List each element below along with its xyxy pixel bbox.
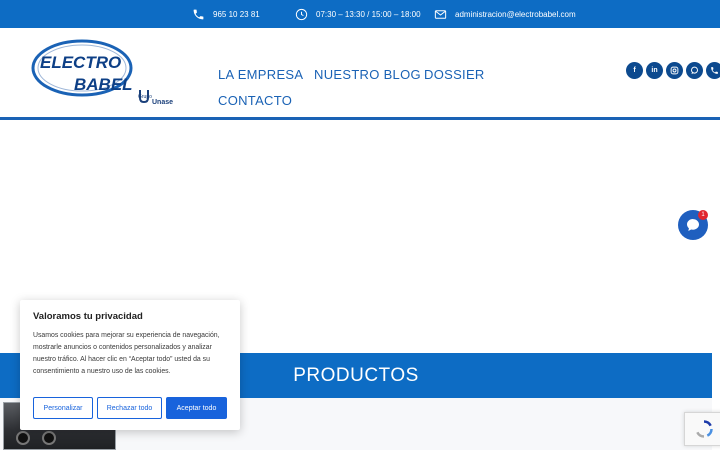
logo-text-electro: ELECTRO (40, 53, 121, 72)
nav-la-empresa[interactable]: LA EMPRESA (218, 67, 303, 82)
cookie-buttons: Personalizar Rechazar todo Aceptar todo (33, 397, 227, 419)
email-contact[interactable]: administracion@electrobabel.com (434, 0, 576, 28)
top-contact-bar: 965 10 23 81 07:30 – 13:30 / 15:00 – 18:… (0, 0, 720, 28)
phone-number: 965 10 23 81 (213, 9, 260, 19)
cookie-description: Usamos cookies para mejorar su experienc… (33, 332, 220, 375)
phone-contact[interactable]: 965 10 23 81 (192, 0, 260, 28)
clock-icon (295, 8, 308, 20)
nav-contacto[interactable]: CONTACTO (218, 93, 292, 108)
recaptcha-badge[interactable] (684, 412, 720, 446)
cookie-title: Valoramos tu privacidad (33, 311, 143, 322)
linkedin-icon[interactable]: in (646, 62, 663, 79)
facebook-icon[interactable]: f (626, 62, 643, 79)
chat-bubble-icon (687, 219, 699, 231)
electro-babel-logo[interactable]: ELECTRO BABEL Grupo Unase (30, 38, 180, 106)
product-knob (16, 431, 30, 445)
opening-hours: 07:30 – 13:30 / 15:00 – 18:00 (295, 0, 421, 28)
accept-all-cookies-button[interactable]: Aceptar todo (166, 397, 227, 419)
email-address: administracion@electrobabel.com (455, 9, 576, 19)
logo-text-babel: BABEL (74, 75, 133, 94)
nav-dossier[interactable]: DOSSIER (424, 67, 485, 82)
instagram-icon[interactable] (666, 62, 683, 79)
cookie-consent-dialog: Valoramos tu privacidad Usamos cookies p… (20, 300, 240, 430)
page: 965 10 23 81 07:30 – 13:30 / 15:00 – 18:… (0, 0, 720, 450)
social-links: f in (626, 62, 720, 79)
product-knob (42, 431, 56, 445)
site-header: ELECTRO BABEL Grupo Unase LA EMPRESA NUE… (0, 28, 720, 120)
customize-cookies-button[interactable]: Personalizar (33, 397, 93, 419)
phone-icon[interactable] (706, 62, 720, 79)
products-title: PRODUCTOS (293, 364, 419, 386)
reject-all-cookies-button[interactable]: Rechazar todo (97, 397, 162, 419)
whatsapp-icon[interactable] (686, 62, 703, 79)
envelope-icon (434, 9, 447, 19)
chat-notification-badge: 1 (698, 210, 708, 220)
logo-text-unase: Unase (152, 99, 173, 106)
hours-text: 07:30 – 13:30 / 15:00 – 18:00 (316, 9, 421, 19)
phone-icon (193, 9, 204, 19)
nav-nuestro-blog[interactable]: NUESTRO BLOG (314, 67, 421, 82)
recaptcha-icon (696, 420, 713, 438)
